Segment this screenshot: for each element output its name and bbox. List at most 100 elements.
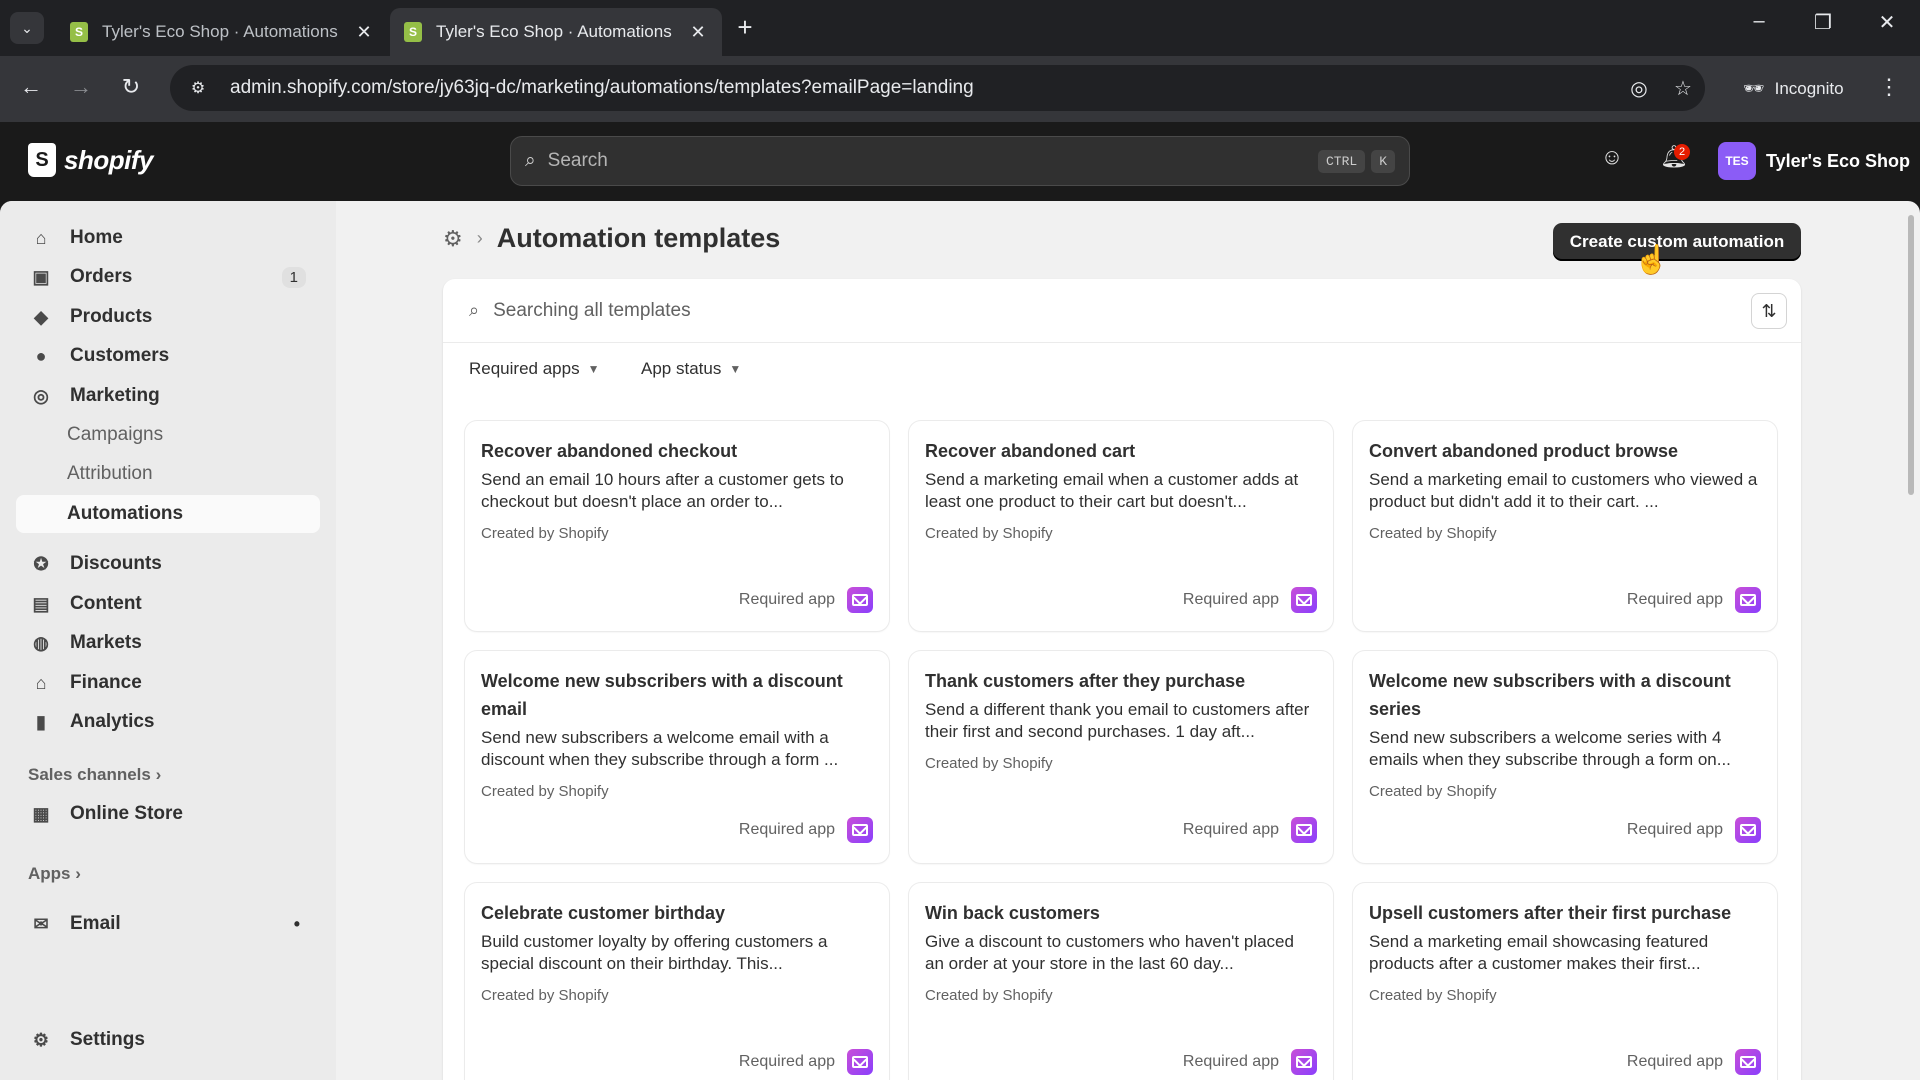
sidebar-item-discounts[interactable]: ✪ Discounts [16, 545, 320, 583]
shopify-logo[interactable]: S shopify [28, 143, 153, 177]
sidebar-item-orders[interactable]: ▣ Orders 1 [16, 258, 320, 296]
automations-breadcrumb-icon[interactable]: ⚙ [443, 226, 463, 252]
sidebar-item-label: Products [70, 306, 153, 327]
shopify-email-app-icon [1735, 1049, 1761, 1075]
sidebar-item-settings[interactable]: ⚙ Settings [16, 1021, 320, 1059]
app-status-filter[interactable]: App status ▼ [641, 359, 741, 379]
search-icon: ⌕ [525, 150, 536, 171]
orders-icon: ▣ [32, 266, 50, 287]
template-search-input[interactable]: ⌕ Searching all templates [443, 279, 1801, 343]
required-app-label: Required app [1182, 591, 1279, 608]
create-custom-automation-button[interactable]: Create custom automation [1553, 223, 1801, 261]
restore-icon[interactable]: ❐ [1808, 10, 1838, 35]
template-description: Give a discount to customers who haven't… [925, 932, 1294, 973]
minimize-icon[interactable]: – [1744, 10, 1774, 33]
template-title: Recover abandoned checkout [481, 441, 738, 461]
required-app: Required app [1183, 587, 1317, 613]
shopify-favicon-icon: S [404, 22, 422, 42]
browser-tab-active[interactable]: S Tyler's Eco Shop · Automations ✕ [390, 8, 722, 56]
discount-icon: ✪ [33, 553, 49, 574]
template-author: Created by Shopify [481, 525, 609, 542]
eye-off-icon[interactable]: ◎ [1617, 76, 1661, 101]
new-tab-button[interactable]: + [730, 12, 760, 43]
browser-tab[interactable]: S Tyler's Eco Shop · Automations ✕ [56, 8, 388, 56]
template-card[interactable]: Recover abandoned checkout Send an email… [465, 421, 889, 631]
template-card[interactable]: Win back customers Give a discount to cu… [909, 883, 1333, 1080]
template-card[interactable]: Welcome new subscribers with a discount … [465, 651, 889, 863]
sidebar-item-label: Orders [70, 266, 133, 287]
sidebar-item-marketing[interactable]: ◎ Marketing [16, 377, 320, 415]
sidebar-item-customers[interactable]: ● Customers [16, 337, 320, 375]
sidebar-item-label: Settings [70, 1029, 145, 1050]
template-author: Created by Shopify [1369, 783, 1497, 800]
browser-menu-icon[interactable]: ⋮ [1878, 74, 1900, 100]
browser-tab-bar: ⌄ S Tyler's Eco Shop · Automations ✕ S T… [0, 0, 1920, 56]
incognito-icon: 🕶 [1743, 79, 1765, 98]
template-card[interactable]: Thank customers after they purchase Send… [909, 651, 1333, 863]
sidebar-item-label: Email [70, 913, 121, 934]
required-apps-filter[interactable]: Required apps ▼ [469, 359, 599, 379]
shopify-email-app-icon [1291, 587, 1317, 613]
sidebar-item-attribution[interactable]: Attribution [16, 455, 320, 493]
template-card[interactable]: Upsell customers after their first purch… [1353, 883, 1777, 1080]
tag-icon: ◆ [34, 306, 48, 327]
notification-badge: 2 [1674, 144, 1690, 160]
back-icon[interactable]: ← [16, 74, 46, 100]
shopify-bag-icon: S [28, 143, 56, 177]
forward-icon[interactable]: → [66, 74, 96, 100]
sidebar-item-finance[interactable]: ⌂ Finance [16, 664, 320, 702]
orders-count-badge: 1 [281, 266, 306, 288]
shopify-email-app-icon [1291, 817, 1317, 843]
template-title: Welcome new subscribers with a discount … [481, 671, 843, 719]
search-input[interactable]: ⌕ Search CTRL K [510, 136, 1410, 186]
shopify-email-app-icon [847, 1049, 873, 1075]
site-info-icon[interactable]: ⚙ [178, 78, 218, 98]
sort-icon[interactable]: ⇅ [1751, 293, 1787, 329]
sidebar-item-home[interactable]: ⌂ Home [16, 219, 320, 257]
template-author: Created by Shopify [1369, 525, 1497, 542]
star-icon[interactable]: ☆ [1661, 76, 1705, 101]
sidebar-item-label: Customers [70, 345, 170, 366]
chevron-right-icon: › [155, 765, 162, 784]
required-app-label: Required app [1182, 1053, 1279, 1070]
template-description: Build customer loyalty by offering custo… [481, 932, 828, 973]
store-menu[interactable]: TES Tyler's Eco Shop [1718, 142, 1910, 180]
shopify-email-app-icon [847, 587, 873, 613]
sidebar-item-content[interactable]: ▤ Content [16, 585, 320, 623]
apps-heading[interactable]: Apps › [28, 864, 81, 884]
template-title: Convert abandoned product browse [1369, 441, 1679, 461]
required-app-label: Required app [738, 1053, 835, 1070]
template-card[interactable]: Welcome new subscribers with a discount … [1353, 651, 1777, 863]
close-icon[interactable]: ✕ [354, 22, 374, 43]
template-author: Created by Shopify [925, 987, 1053, 1004]
sidebar-item-label: Finance [70, 672, 142, 693]
sidebar-item-products[interactable]: ◆ Products [16, 298, 320, 336]
target-icon: ◎ [33, 385, 49, 406]
filter-label: App status [641, 359, 722, 378]
template-title: Welcome new subscribers with a discount … [1369, 671, 1731, 719]
incognito-indicator[interactable]: 🕶 Incognito [1727, 69, 1860, 109]
template-card[interactable]: Celebrate customer birthday Build custom… [465, 883, 889, 1080]
sidebar-item-label: Markets [70, 632, 142, 653]
shopify-favicon-icon: S [70, 22, 88, 42]
sidekick-icon[interactable]: ☺ [1596, 144, 1628, 170]
close-icon[interactable]: ✕ [688, 22, 708, 43]
template-description: Send a marketing email when a customer a… [925, 470, 1299, 511]
sidebar-item-online-store[interactable]: ▦ Online Store [16, 795, 320, 833]
url-text[interactable]: admin.shopify.com/store/jy63jq-dc/market… [230, 77, 1617, 99]
sidebar-item-email[interactable]: ✉ Email • [16, 905, 320, 943]
sidebar-item-analytics[interactable]: ▮ Analytics [16, 703, 320, 741]
sales-channels-heading[interactable]: Sales channels › [28, 765, 161, 785]
template-card[interactable]: Convert abandoned product browse Send a … [1353, 421, 1777, 631]
tab-title: Tyler's Eco Shop · Automations [102, 22, 338, 41]
sidebar-item-markets[interactable]: ◍ Markets [16, 624, 320, 662]
window-close-icon[interactable]: ✕ [1872, 10, 1902, 35]
sidebar: ⌂ Home ▣ Orders 1 ◆ Products ● Customers… [0, 201, 336, 1080]
address-bar[interactable]: ⚙ admin.shopify.com/store/jy63jq-dc/mark… [170, 65, 1705, 111]
page-scrollbar[interactable] [1908, 215, 1914, 495]
tab-search-button[interactable]: ⌄ [10, 12, 44, 44]
template-card[interactable]: Recover abandoned cart Send a marketing … [909, 421, 1333, 631]
sidebar-item-automations[interactable]: Automations [16, 495, 320, 533]
sidebar-item-campaigns[interactable]: Campaigns [16, 416, 320, 454]
reload-icon[interactable]: ↻ [116, 74, 146, 100]
